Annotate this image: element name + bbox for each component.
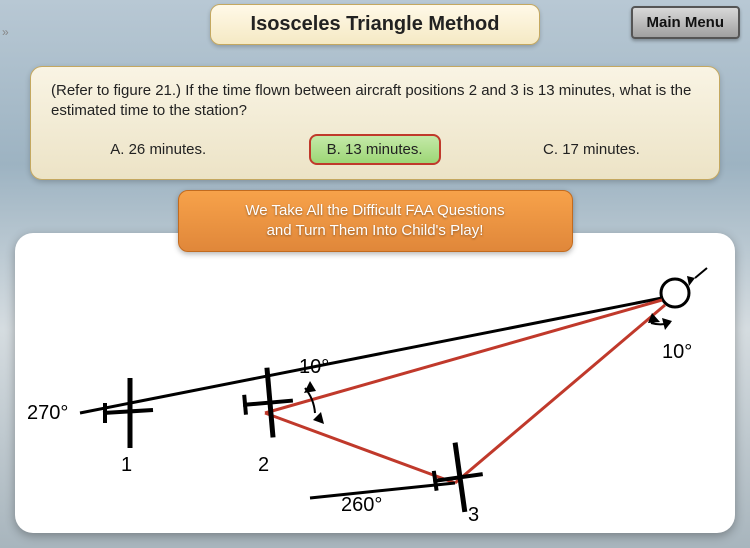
angle-arrow-2-bottom — [313, 412, 324, 424]
arrow-station-top — [687, 276, 695, 286]
angle-arrow-2-top — [304, 381, 316, 393]
heading-260-label: 260° — [341, 494, 382, 516]
station-icon — [661, 279, 689, 307]
figure-panel: 270° 1 2 10° 260° 3 10° — [15, 233, 735, 533]
answer-row: A. 26 minutes. B. 13 minutes. C. 17 minu… — [51, 134, 699, 165]
angle-arrow-station-2 — [662, 318, 672, 330]
main-menu-button[interactable]: Main Menu — [631, 6, 741, 39]
header: Isosceles Triangle Method Main Menu — [0, 0, 750, 48]
aircraft-2-icon — [240, 366, 296, 440]
answer-c[interactable]: C. 17 minutes. — [527, 136, 656, 163]
pos1-label: 1 — [121, 454, 132, 476]
bearing-line-3 — [310, 483, 455, 498]
red-line-2-3 — [265, 413, 455, 483]
pos3-label: 3 — [468, 504, 479, 526]
angle-10-top-label: 10° — [299, 356, 329, 378]
figure-svg: 270° 1 2 10° 260° 3 10° — [15, 233, 735, 533]
pos2-label: 2 — [258, 454, 269, 476]
heading-270-label: 270° — [27, 402, 68, 424]
question-prompt: (Refer to figure 21.) If the time flown … — [51, 81, 699, 122]
aircraft-1-icon — [103, 378, 153, 448]
promo-line2: and Turn Them Into Child's Play! — [267, 222, 484, 239]
arrow-station-top-line — [695, 268, 707, 278]
page-title: Isosceles Triangle Method — [210, 4, 541, 45]
angle-10-right-label: 10° — [662, 341, 692, 363]
answer-b[interactable]: B. 13 minutes. — [309, 134, 441, 165]
answer-a[interactable]: A. 26 minutes. — [94, 136, 222, 163]
promo-banner: We Take All the Difficult FAA Questions … — [178, 190, 573, 253]
question-panel: (Refer to figure 21.) If the time flown … — [30, 66, 720, 180]
promo-line1: We Take All the Difficult FAA Questions — [245, 202, 504, 219]
bearing-line-1 — [80, 298, 662, 413]
